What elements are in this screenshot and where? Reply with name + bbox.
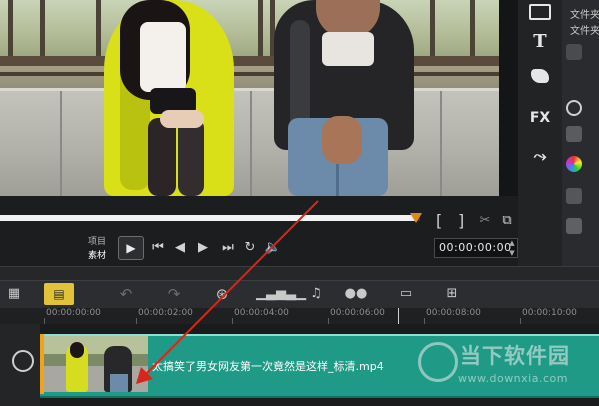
- scene-railing: [0, 56, 502, 66]
- record-capture-icon[interactable]: ⊛: [208, 284, 236, 304]
- blur-icon[interactable]: [566, 188, 582, 204]
- bench-joint: [60, 91, 62, 196]
- timecode-field[interactable]: 00:00:00:00: [434, 238, 518, 258]
- ruler-label: 00:00:04:00: [234, 308, 289, 318]
- play-button[interactable]: ▶: [118, 236, 144, 260]
- ruler-label: 00:00:00:00: [46, 308, 101, 318]
- next-frame-icon[interactable]: ▶: [195, 239, 211, 257]
- scene-tree: [96, 0, 101, 58]
- camera-icon[interactable]: [566, 218, 582, 234]
- man-hands: [322, 116, 362, 164]
- scrub-handle[interactable]: [409, 213, 422, 223]
- clip-name: 太搞笑了男女网友第一次竟然是这样_标清.mp4: [152, 360, 384, 373]
- repeat-icon[interactable]: ↻: [242, 239, 258, 257]
- girl-hands: [160, 110, 204, 128]
- man-collar: [322, 32, 374, 66]
- subtitle-editor-icon[interactable]: ▭: [392, 284, 420, 304]
- watermark-brand: 当下软件园: [460, 344, 570, 368]
- bench-joint: [250, 91, 252, 196]
- clock-icon[interactable]: [566, 100, 582, 116]
- media-icon[interactable]: [522, 0, 558, 24]
- multi-camera-icon[interactable]: ⊞: [438, 284, 466, 304]
- watermark-logo: [418, 342, 458, 382]
- scene-tree: [430, 0, 435, 58]
- scrub-bar-progress: [0, 215, 416, 221]
- girl-sweater: [140, 22, 186, 92]
- girl-leg: [178, 118, 204, 196]
- timecode-stepper[interactable]: ▲ ▼: [508, 238, 516, 258]
- go-to-start-icon[interactable]: ⏮: [150, 239, 166, 257]
- ruler-label: 00:00:10:00: [522, 308, 577, 318]
- timeline-divider[interactable]: [0, 266, 599, 281]
- color-wheel-icon[interactable]: [566, 156, 582, 172]
- film-reel-icon[interactable]: [12, 350, 34, 372]
- scene-railing-lower: [0, 72, 502, 76]
- timeline-playhead[interactable]: [398, 308, 399, 324]
- clip-mode-label[interactable]: 素材: [88, 248, 106, 261]
- mark-in-button[interactable]: [: [436, 211, 442, 230]
- ruler-label: 00:00:08:00: [426, 308, 481, 318]
- volume-icon[interactable]: 🔈: [264, 239, 282, 257]
- enlarge-preview-icon[interactable]: ⧉: [500, 212, 514, 230]
- clip-thumbnail: [44, 336, 148, 392]
- transition-icon[interactable]: [522, 64, 558, 88]
- auto-music-icon[interactable]: ♫: [302, 284, 330, 304]
- ruler-label: 00:00:06:00: [330, 308, 385, 318]
- watermark-url: www.downxia.com: [458, 372, 568, 385]
- import-icon[interactable]: [566, 44, 582, 60]
- video-track-header: [0, 324, 41, 406]
- audio-mixer-icon[interactable]: ▁▃▅▃▁: [256, 284, 306, 304]
- motion-track-icon[interactable]: ●●: [342, 284, 370, 304]
- folder-label[interactable]: 文件夹: [570, 6, 599, 21]
- go-to-end-icon[interactable]: ⏭: [220, 239, 236, 257]
- bench-joint: [440, 91, 442, 196]
- mark-out-button[interactable]: ]: [458, 211, 464, 230]
- eraser-icon[interactable]: [566, 126, 582, 142]
- folder-label[interactable]: 文件夹: [570, 22, 599, 37]
- fx-icon[interactable]: FX: [522, 106, 558, 130]
- undo-icon[interactable]: ↶: [112, 284, 140, 304]
- ruler-label: 00:00:02:00: [138, 308, 193, 318]
- storyboard-view-icon[interactable]: ▤: [44, 283, 74, 305]
- girl-leg: [148, 118, 176, 196]
- path-icon[interactable]: ⤳: [522, 144, 558, 168]
- project-mode-label[interactable]: 项目: [88, 234, 106, 247]
- scene-tree: [470, 0, 475, 60]
- scene-tree: [40, 0, 45, 58]
- title-icon[interactable]: T: [522, 30, 558, 54]
- clip-trim-handle[interactable]: [40, 334, 44, 394]
- man-jacket-highlight: [290, 20, 310, 130]
- video-preview: [0, 0, 502, 196]
- previous-frame-icon[interactable]: ◀: [172, 239, 188, 257]
- scene-tree: [8, 0, 13, 60]
- redo-icon[interactable]: ↷: [160, 284, 188, 304]
- split-clip-icon[interactable]: ✂: [478, 212, 492, 230]
- timeline-view-icon[interactable]: ▦: [0, 284, 28, 304]
- preview-frame-border: [499, 0, 518, 196]
- scene-tree: [258, 0, 263, 60]
